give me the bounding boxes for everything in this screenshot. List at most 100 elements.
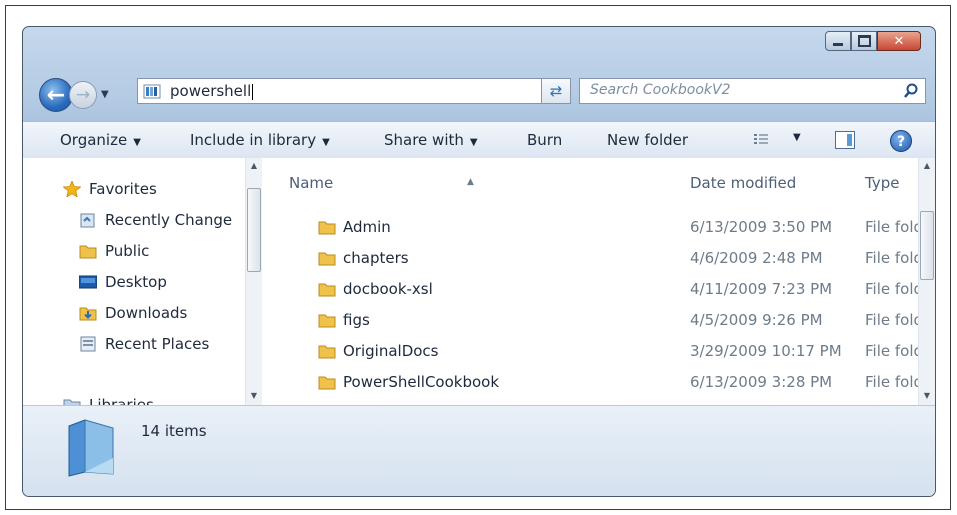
maximize-button[interactable] <box>851 31 877 51</box>
file-type: File folde <box>865 218 918 236</box>
file-date: 6/13/2009 3:28 PM <box>690 373 833 391</box>
text-cursor <box>252 83 254 100</box>
column-label: Type <box>865 174 900 192</box>
search-box[interactable]: Search CookbookV2 <box>579 78 926 104</box>
search-icon[interactable] <box>903 83 919 99</box>
file-date: 6/13/2009 3:50 PM <box>690 218 833 236</box>
navigation-pane: Favorites Recently Change Public Desktop… <box>23 158 265 405</box>
file-name: docbook-xsl <box>343 280 433 298</box>
file-list: Name ▲ Date modified Type Admin 6/13/2009… <box>264 158 918 405</box>
forward-button[interactable]: → <box>69 81 97 109</box>
chevron-down-icon: ▼ <box>322 137 330 148</box>
back-button[interactable]: ← <box>39 78 73 112</box>
folder-icon <box>79 245 97 259</box>
file-name: OriginalDocs <box>343 342 439 360</box>
help-icon[interactable]: ? <box>890 130 912 152</box>
desktop-icon <box>79 275 97 289</box>
address-bar[interactable]: powershell ▼ <box>137 78 564 104</box>
burn-button[interactable]: Burn <box>527 131 562 149</box>
details-pane: 14 items <box>23 405 935 496</box>
recent-changes-icon <box>80 213 95 228</box>
include-in-library-label: Include in library <box>190 131 317 149</box>
organize-button[interactable]: Organize ▼ <box>60 131 141 149</box>
scroll-down-arrow-icon[interactable]: ▼ <box>919 388 935 404</box>
scroll-up-arrow-icon[interactable]: ▲ <box>246 158 262 174</box>
sidebar-item-label: Recently Change <box>105 211 233 229</box>
file-type: File folde <box>865 373 918 391</box>
recent-places-icon <box>80 336 96 352</box>
item-count: 14 items <box>141 422 207 440</box>
refresh-icon: ⇄ <box>549 82 563 100</box>
column-header-name[interactable]: Name ▲ <box>289 174 474 192</box>
folder-icon <box>318 314 336 328</box>
forward-arrow-icon: → <box>75 85 91 105</box>
column-label: Name <box>289 174 334 192</box>
preview-pane-icon[interactable] <box>835 131 855 149</box>
libraries-icon <box>63 399 81 405</box>
sidebar-item-label: Favorites <box>89 180 157 198</box>
navigation-pane-scrollbar[interactable]: ▲ ▼ <box>245 158 262 405</box>
sidebar-item-label: Libraries <box>89 396 154 405</box>
new-folder-button[interactable]: New folder <box>607 131 688 149</box>
maximize-icon <box>857 35 871 47</box>
close-button[interactable]: ✕ <box>877 31 921 51</box>
command-bar: Organize ▼ Include in library ▼ Share with… <box>23 121 935 160</box>
file-type: File folde <box>865 249 918 267</box>
table-row[interactable]: OriginalDocs 3/29/2009 10:17 PM File fol… <box>264 341 918 365</box>
sort-ascending-icon: ▲ <box>467 177 474 187</box>
file-date: 4/11/2009 7:23 PM <box>690 280 833 298</box>
file-date: 4/5/2009 9:26 PM <box>690 311 823 329</box>
folder-icon <box>318 283 336 297</box>
view-options-dropdown[interactable]: ▼ <box>793 132 801 143</box>
file-name: Admin <box>343 218 391 236</box>
share-with-button[interactable]: Share with ▼ <box>384 131 478 149</box>
include-in-library-button[interactable]: Include in library ▼ <box>190 131 330 149</box>
scrollbar-thumb[interactable] <box>247 188 261 272</box>
folder-icon <box>318 376 336 390</box>
search-input[interactable]: Search CookbookV2 <box>590 82 730 98</box>
table-row[interactable]: chapters 4/6/2009 2:48 PM File folde <box>264 248 918 272</box>
column-header-date[interactable]: Date modified <box>690 174 796 192</box>
table-row[interactable]: figs 4/5/2009 9:26 PM File folde <box>264 310 918 334</box>
chevron-down-icon: ▼ <box>469 137 478 148</box>
folder-icon <box>318 252 336 266</box>
back-arrow-icon: ← <box>46 82 66 108</box>
downloads-icon <box>79 307 97 321</box>
file-name: figs <box>343 311 370 329</box>
file-type: File folde <box>865 280 918 298</box>
star-icon <box>63 181 81 197</box>
burn-label: Burn <box>527 131 563 149</box>
scrollbar-thumb[interactable] <box>920 211 934 280</box>
folder-large-icon <box>68 419 114 477</box>
column-label: Date modified <box>690 174 797 192</box>
close-icon: ✕ <box>893 33 905 49</box>
table-row[interactable]: Admin 6/13/2009 3:50 PM File folde <box>264 217 918 241</box>
table-row[interactable]: docbook-xsl 4/11/2009 7:23 PM File folde <box>264 279 918 303</box>
folder-icon <box>318 345 336 359</box>
library-folder-icon <box>143 84 161 99</box>
explorer-window: ✕ ← → ▼ powershell ▼ ⇄ Search CookbookV2… <box>22 26 936 497</box>
minimize-button[interactable] <box>825 31 851 51</box>
table-row[interactable]: PowerShellCookbook 6/13/2009 3:28 PM Fil… <box>264 372 918 396</box>
refresh-button[interactable]: ⇄ <box>541 78 571 104</box>
sidebar-item-label: Desktop <box>105 273 167 291</box>
file-type: File folde <box>865 342 918 360</box>
recent-pages-dropdown[interactable]: ▼ <box>101 89 109 100</box>
change-view-icon[interactable] <box>753 133 769 147</box>
sidebar-item-label: Recent Places <box>105 335 210 353</box>
address-input[interactable]: powershell <box>170 82 251 100</box>
share-with-label: Share with <box>384 131 464 149</box>
file-list-vertical-scrollbar[interactable]: ▲ ▼ <box>918 158 935 405</box>
file-date: 3/29/2009 10:17 PM <box>690 342 842 360</box>
file-name: PowerShellCookbook <box>343 373 500 391</box>
column-header-type[interactable]: Type <box>865 174 899 192</box>
scroll-down-arrow-icon[interactable]: ▼ <box>246 388 262 404</box>
file-type: File folde <box>865 311 918 329</box>
file-name: chapters <box>343 249 409 267</box>
chevron-down-icon: ▼ <box>133 137 141 148</box>
sidebar-item-label: Public <box>105 242 150 260</box>
file-date: 4/6/2009 2:48 PM <box>690 249 823 267</box>
folder-icon <box>318 221 336 235</box>
scroll-up-arrow-icon[interactable]: ▲ <box>919 158 935 174</box>
organize-label: Organize <box>60 131 128 149</box>
